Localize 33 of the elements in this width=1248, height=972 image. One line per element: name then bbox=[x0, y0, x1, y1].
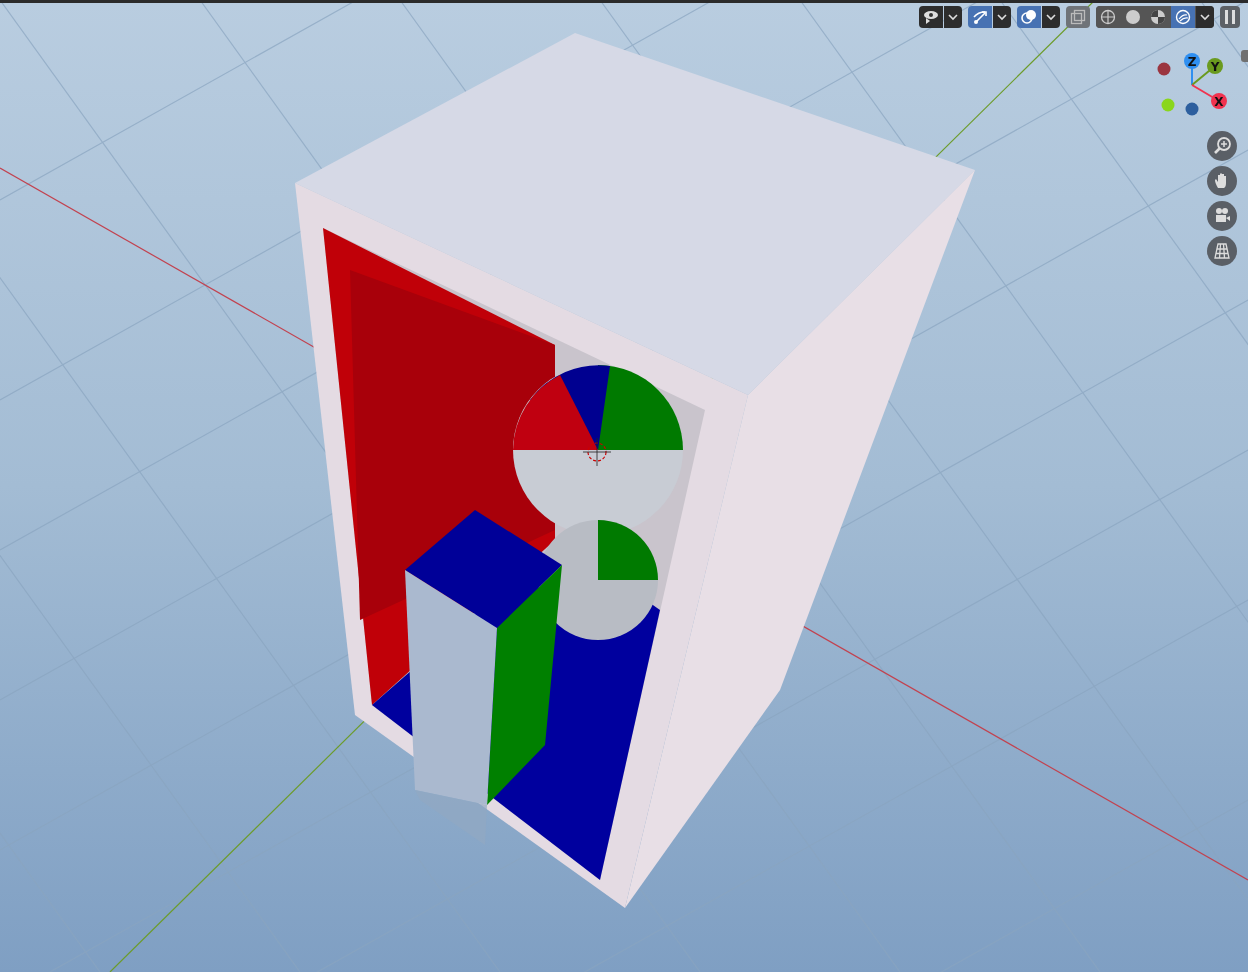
shaded-sphere-icon bbox=[1150, 9, 1166, 25]
visibility-toggle[interactable] bbox=[919, 6, 943, 28]
overlay-toggle[interactable] bbox=[1017, 6, 1041, 28]
caret-icon bbox=[948, 13, 958, 21]
axis-handle[interactable]: Y bbox=[1207, 58, 1223, 74]
dropdown-button[interactable] bbox=[944, 6, 962, 28]
overlap-squares-icon bbox=[1070, 9, 1086, 25]
pause-button[interactable] bbox=[1220, 6, 1240, 28]
caret-icon bbox=[997, 13, 1007, 21]
axis-gizmo[interactable]: Z Y X bbox=[1150, 48, 1240, 120]
ortho-tool-button[interactable] bbox=[1207, 236, 1237, 266]
dropdown-button[interactable] bbox=[1042, 6, 1060, 28]
axis-handle[interactable]: X bbox=[1211, 93, 1227, 109]
render-sphere-icon bbox=[1175, 9, 1191, 25]
zoom-icon bbox=[1212, 136, 1232, 156]
dropdown-button[interactable] bbox=[993, 6, 1011, 28]
grid-icon bbox=[1212, 241, 1232, 261]
arrow-arc-icon bbox=[972, 9, 988, 25]
gizmo-toggle[interactable] bbox=[968, 6, 992, 28]
axis-handle[interactable]: Z bbox=[1184, 53, 1200, 69]
3d-cursor-icon bbox=[582, 437, 612, 467]
pan-tool-button[interactable] bbox=[1207, 166, 1237, 196]
eye-icon bbox=[923, 9, 939, 25]
wire-sphere-icon bbox=[1100, 9, 1116, 25]
caret-icon bbox=[1046, 13, 1056, 21]
rendered-shading-button[interactable] bbox=[1171, 6, 1195, 28]
dropdown-button[interactable] bbox=[1196, 6, 1214, 28]
solid-sphere-icon bbox=[1125, 9, 1141, 25]
camera-tool-button[interactable] bbox=[1207, 201, 1237, 231]
xray-toggle[interactable] bbox=[1066, 6, 1090, 28]
overlay-circles-icon bbox=[1021, 9, 1037, 25]
zoom-tool-button[interactable] bbox=[1207, 131, 1237, 161]
caret-icon bbox=[1200, 13, 1210, 21]
